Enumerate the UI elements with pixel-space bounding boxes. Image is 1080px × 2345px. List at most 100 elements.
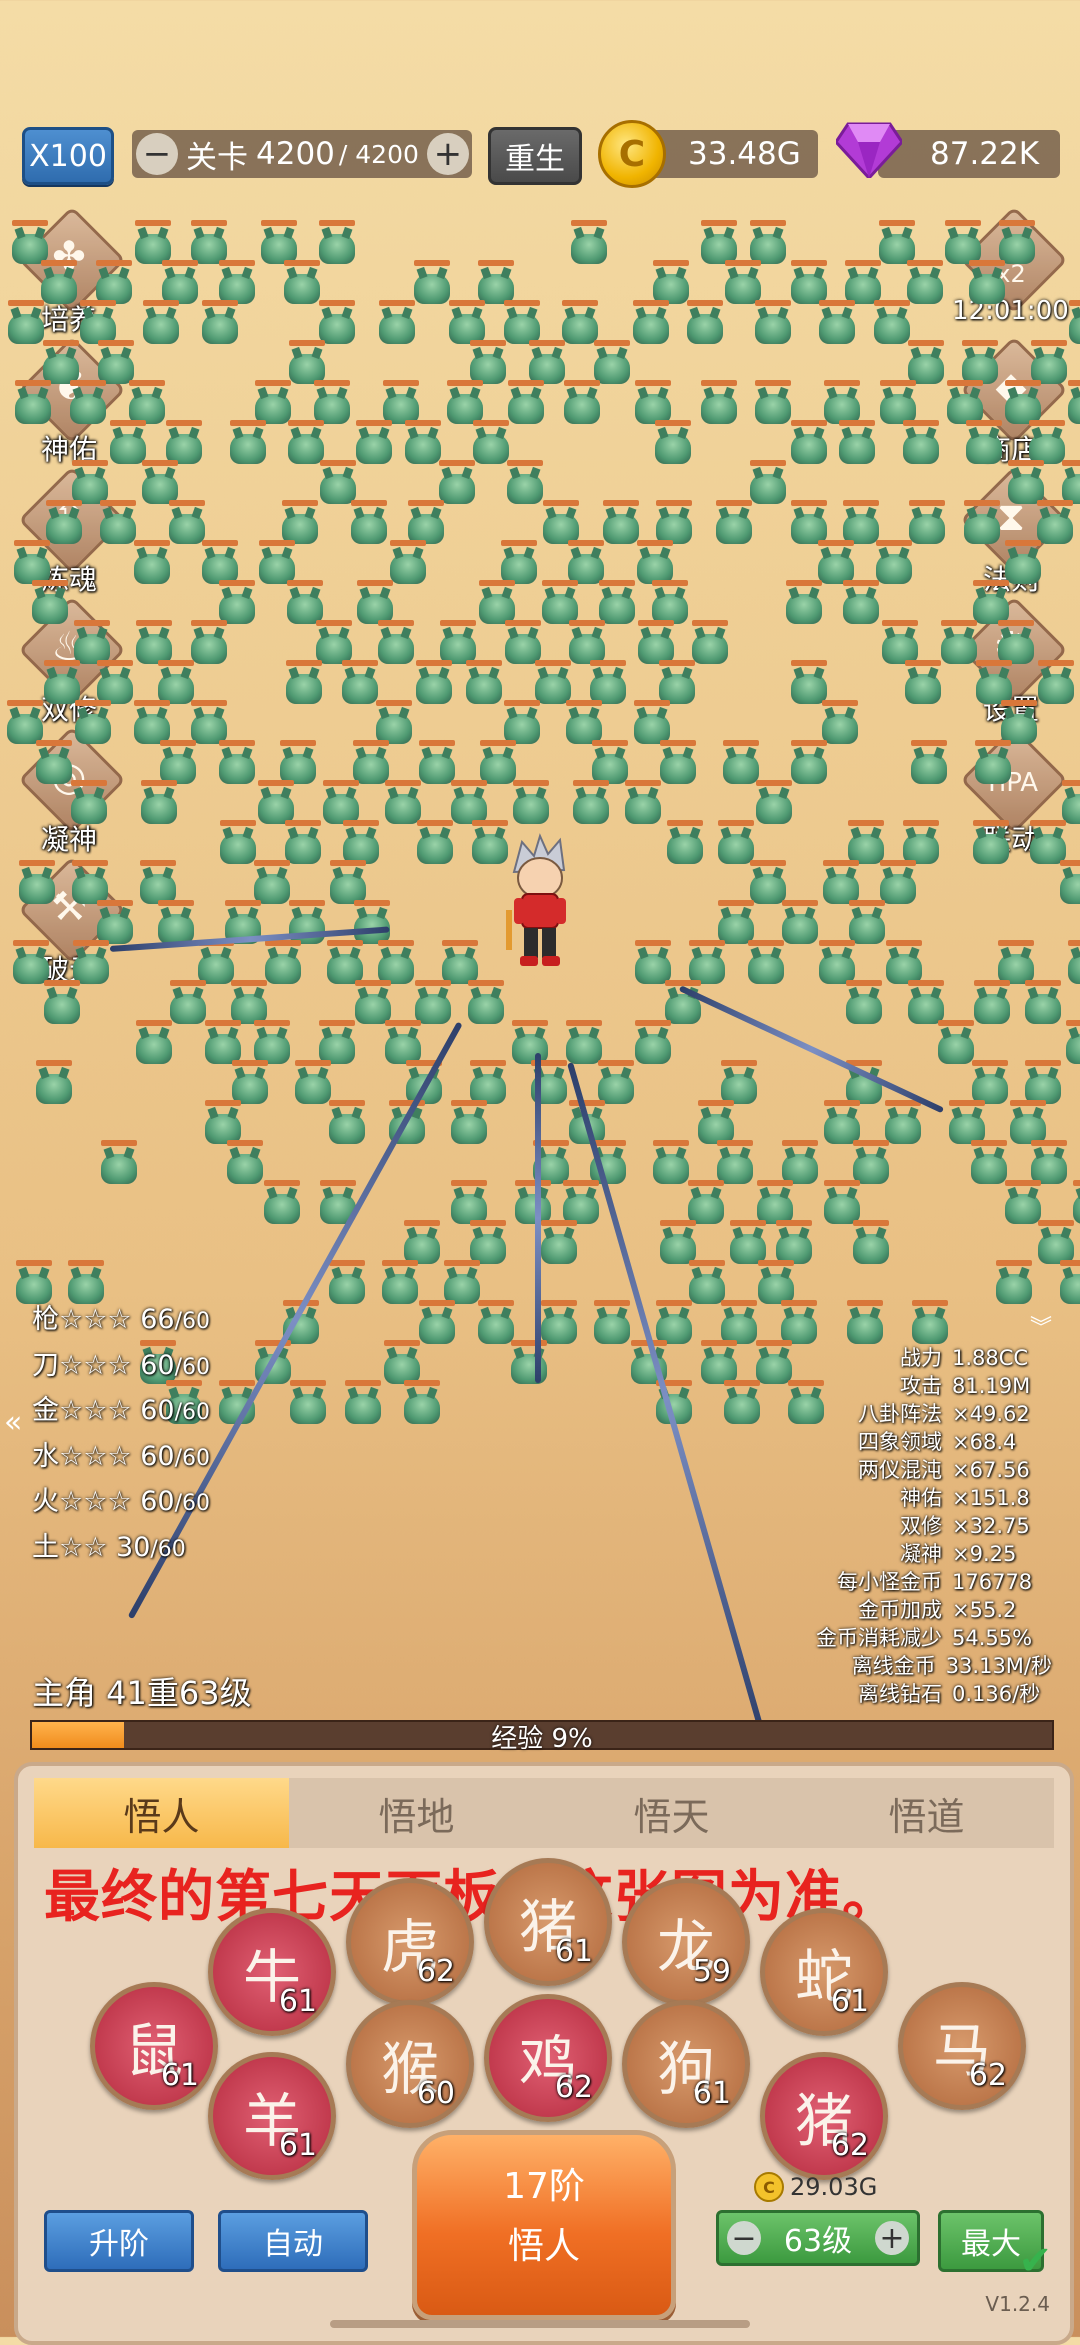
zodiac-11[interactable]: 马62 xyxy=(898,1982,1026,2110)
zodiac-1[interactable]: 牛61 xyxy=(208,1908,336,2036)
zodiac-level: 62 xyxy=(969,2058,1007,2093)
monster xyxy=(97,1140,141,1186)
monster xyxy=(971,740,1015,786)
stage-next-button[interactable]: + xyxy=(427,133,469,175)
tab-heaven[interactable]: 悟天 xyxy=(544,1778,799,1848)
stat-row: 金币加成×55.2 xyxy=(816,1596,1052,1624)
hero-character xyxy=(500,832,580,972)
notice-text: 最终的第七天面板以这张图为准。 xyxy=(44,1852,899,1933)
zodiac-level: 62 xyxy=(417,1954,455,1989)
stat-row: 战力1.88CC xyxy=(816,1344,1052,1372)
gem-box: 87.22K xyxy=(878,130,1060,178)
advance-button[interactable]: 17阶 悟人 xyxy=(412,2130,676,2320)
zodiac-10[interactable]: 猪62 xyxy=(760,2052,888,2180)
level-selector: − 63级 + xyxy=(716,2210,920,2266)
monster xyxy=(965,260,1009,306)
advance-tier: 17阶 xyxy=(417,2157,671,2209)
stat-row: 两仪混沌×67.56 xyxy=(816,1456,1052,1484)
tab-dao[interactable]: 悟道 xyxy=(799,1778,1054,1848)
zodiac-9[interactable]: 蛇61 xyxy=(760,1908,888,2036)
cost-value: 29.03G xyxy=(790,2173,877,2201)
weapon-row: 刀☆☆☆ 60/60 xyxy=(32,1344,210,1390)
auto-button[interactable]: 自动 xyxy=(218,2210,368,2272)
monster xyxy=(28,580,72,626)
monster xyxy=(567,220,611,266)
level-minus-button[interactable]: − xyxy=(727,2221,761,2255)
monster xyxy=(412,660,456,706)
zodiac-7[interactable]: 龙59 xyxy=(622,1878,750,2006)
monster xyxy=(260,1180,304,1226)
tab-human[interactable]: 悟人 xyxy=(34,1778,289,1848)
speed-button[interactable]: X100 xyxy=(22,127,114,185)
stage-box: − 关卡 4200 / 4200 + xyxy=(132,130,472,178)
monster xyxy=(969,820,1013,866)
weapon-row: 土☆☆ 30/60 xyxy=(32,1526,210,1572)
monster xyxy=(40,980,84,1026)
zodiac-level: 60 xyxy=(417,2076,455,2111)
stat-row: 四象领域×68.4 xyxy=(816,1428,1052,1456)
zodiac-3[interactable]: 虎62 xyxy=(346,1878,474,2006)
monster xyxy=(751,300,795,346)
zodiac-2[interactable]: 羊61 xyxy=(208,2052,336,2180)
zodiac-level: 59 xyxy=(693,1954,731,1989)
monster xyxy=(400,1380,444,1426)
gold-coin-icon: C xyxy=(598,120,666,188)
monster xyxy=(849,1220,893,1266)
tab-bar: 悟人 悟地 悟天 悟道 xyxy=(34,1778,1054,1848)
monster xyxy=(663,820,707,866)
diamond-icon xyxy=(836,122,902,178)
monster xyxy=(67,780,111,826)
upgrade-button[interactable]: 升阶 xyxy=(44,2210,194,2272)
monster xyxy=(908,1300,952,1346)
exp-text: 经验 9% xyxy=(32,1718,1052,1755)
monster xyxy=(507,1340,551,1386)
monster xyxy=(66,380,110,426)
chevron-down-icon[interactable]: ︾ xyxy=(1030,1310,1052,1342)
monster xyxy=(130,540,174,586)
weapon-row: 枪☆☆☆ 66/60 xyxy=(32,1298,210,1344)
stage-label: 关卡 xyxy=(186,132,248,177)
version-label: V1.2.4 xyxy=(985,2292,1050,2316)
monster xyxy=(621,780,665,826)
monster xyxy=(154,900,198,946)
monster xyxy=(787,420,831,466)
monster xyxy=(560,380,604,426)
zodiac-5[interactable]: 猪61 xyxy=(484,1858,612,1986)
zodiac-level: 61 xyxy=(555,1934,593,1969)
monster xyxy=(198,300,242,346)
zodiac-0[interactable]: 鼠61 xyxy=(90,1982,218,2110)
stat-row: 攻击81.19M xyxy=(816,1372,1052,1400)
zodiac-6[interactable]: 鸡62 xyxy=(484,1994,612,2122)
monster xyxy=(629,300,673,346)
level-plus-button[interactable]: + xyxy=(875,2221,909,2255)
rebirth-button[interactable]: 重生 xyxy=(488,127,582,185)
monster xyxy=(744,940,788,986)
weapon-list: 枪☆☆☆ 66/60刀☆☆☆ 60/60金☆☆☆ 60/60水☆☆☆ 60/60… xyxy=(32,1298,210,1571)
upgrade-cost: C 29.03G xyxy=(754,2172,877,2202)
stat-row: 每小怪金币176778 xyxy=(816,1568,1052,1596)
weapon-row: 水☆☆☆ 60/60 xyxy=(32,1435,210,1481)
monster xyxy=(907,740,951,786)
zodiac-8[interactable]: 狗61 xyxy=(622,2000,750,2128)
monster xyxy=(11,380,55,426)
monster xyxy=(347,500,391,546)
check-icon: ✔ xyxy=(1018,2238,1052,2284)
stats-panel: 战力1.88CC攻击81.19M八卦阵法×49.62四象领域×68.4两仪混沌×… xyxy=(816,1344,1052,1708)
zodiac-level: 62 xyxy=(831,2128,869,2163)
monster xyxy=(325,1260,369,1306)
zodiac-4[interactable]: 猴60 xyxy=(346,2000,474,2128)
collapse-left-icon[interactable]: « xyxy=(4,1405,22,1440)
stage-current: 4200 xyxy=(256,136,335,172)
zodiac-level: 61 xyxy=(693,2076,731,2111)
monster xyxy=(132,1020,176,1066)
monster xyxy=(899,420,943,466)
stat-row: 离线钻石0.136/秒 xyxy=(816,1680,1052,1708)
gem-value: 87.22K xyxy=(930,136,1039,172)
stage-prev-button[interactable]: − xyxy=(136,133,178,175)
exp-bar: 经验 9% xyxy=(30,1720,1054,1750)
level-value: 63级 xyxy=(784,2216,852,2260)
tab-earth[interactable]: 悟地 xyxy=(289,1778,544,1848)
hero-level: 主角 41重63级 xyxy=(32,1668,252,1714)
stat-row: 凝神×9.25 xyxy=(816,1540,1052,1568)
monster xyxy=(15,860,59,906)
